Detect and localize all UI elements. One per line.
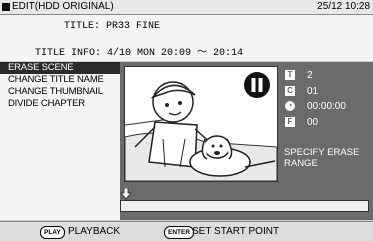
set-start-point-label: SET START POINT xyxy=(192,226,280,237)
title-info-panel: TITLE: PR33 FINE TITLE INFO: 4/10 MON 20… xyxy=(0,15,373,61)
menu-item-divide-chapter[interactable]: DIVIDE CHAPTER xyxy=(0,98,120,110)
position-marker-icon xyxy=(121,188,131,200)
menu-item-erase-scene[interactable]: ERASE SCENE xyxy=(0,62,120,74)
chapter-number: C 01 xyxy=(285,85,318,98)
frame-number: F 00 xyxy=(285,116,318,129)
enter-button-icon[interactable]: ENTER xyxy=(164,226,195,239)
edit-menu: ERASE SCENE CHANGE TITLE NAME CHANGE THU… xyxy=(0,62,120,220)
frame-f-icon: F xyxy=(285,117,295,128)
timeline-bar[interactable] xyxy=(120,200,369,212)
bottom-bar: PLAY PLAYBACK ENTER SET START POINT xyxy=(0,221,373,241)
screen-title: EDIT(HDD ORIGINAL) xyxy=(12,1,114,12)
frame-number-value: 00 xyxy=(307,117,319,128)
title-line: TITLE: PR33 FINE xyxy=(64,21,161,32)
menu-item-change-thumbnail[interactable]: CHANGE THUMBNAIL xyxy=(0,86,120,98)
title-number: T2 xyxy=(285,69,313,82)
elapsed-time-value: 00:00:00 xyxy=(307,101,346,112)
title-number-value: 2 xyxy=(307,70,313,81)
chapter-number-value: 01 xyxy=(307,86,319,97)
playback-label: PLAYBACK xyxy=(68,226,121,237)
elapsed-time: ◔ 00:00:00 xyxy=(285,100,346,113)
menu-item-change-title-name[interactable]: CHANGE TITLE NAME xyxy=(0,74,120,86)
chapter-c-icon: C xyxy=(285,86,295,97)
clock-icon: ◔ xyxy=(285,101,295,112)
play-button-icon[interactable]: PLAY xyxy=(40,226,65,239)
top-bar: EDIT(HDD ORIGINAL) 25/12 10:28 xyxy=(0,0,373,15)
pause-icon xyxy=(244,72,270,98)
instruction-message: SPECIFY ERASE RANGE xyxy=(284,147,360,169)
date-time: 25/12 10:28 xyxy=(317,1,370,12)
title-info-line: TITLE INFO: 4/10 MON 20:09 ～ 20:14 xyxy=(35,48,244,59)
mode-square-icon xyxy=(2,3,10,11)
title-t-icon: T xyxy=(285,70,295,81)
video-preview xyxy=(124,66,278,182)
